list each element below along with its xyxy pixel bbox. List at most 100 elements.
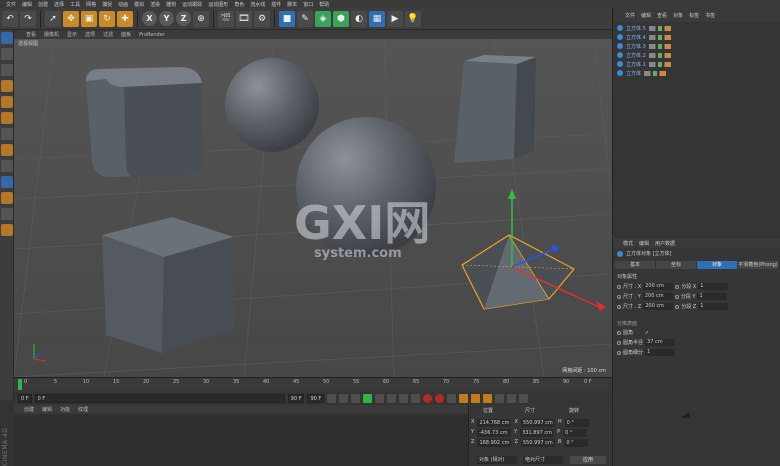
menu-tools[interactable]: 工具 (70, 1, 80, 8)
size-y-input[interactable]: 200 cm (642, 293, 673, 300)
size-y-field[interactable]: 331.897 cm (520, 429, 555, 437)
redo-icon[interactable]: ↷ (20, 10, 36, 27)
menu-mesh[interactable]: 网格 (86, 1, 96, 8)
om-menu-edit[interactable]: 编辑 (641, 12, 651, 19)
size-x-input[interactable]: 200 cm (643, 283, 674, 290)
select-arrow-icon[interactable]: ➚ (45, 10, 61, 27)
rotation-h-field[interactable]: 0 ° (564, 419, 589, 427)
object-name[interactable]: 立方体 (626, 70, 641, 77)
menu-script[interactable]: 脚本 (287, 1, 297, 8)
coord-size-mode-select[interactable]: 绝对尺寸 (523, 456, 563, 464)
rotation-b-field[interactable]: 0 ° (564, 439, 589, 447)
size-z-field[interactable]: 550.997 cm (520, 439, 555, 447)
menu-file[interactable]: 文件 (6, 1, 16, 8)
fillet-radius-input[interactable]: 37 cm (645, 339, 676, 346)
bottom-cube[interactable] (102, 217, 234, 353)
array-generator-icon[interactable]: ⬢ (333, 10, 349, 27)
rounded-cube[interactable] (86, 67, 204, 177)
visibility-tags-icon[interactable] (648, 34, 671, 40)
menu-sculpt[interactable]: 雕刻 (166, 1, 176, 8)
menu-plugins[interactable]: 插件 (271, 1, 281, 8)
edges-mode-icon[interactable] (1, 96, 13, 108)
undo-icon[interactable]: ↶ (2, 10, 18, 27)
move-icon[interactable]: ✥ (63, 10, 79, 27)
snap-enable-icon[interactable] (1, 176, 13, 188)
visibility-tags-icon[interactable] (648, 43, 671, 49)
make-editable-icon[interactable] (1, 32, 13, 44)
om-menu-file[interactable]: 文件 (625, 12, 635, 19)
keyframe-dot-icon[interactable] (674, 294, 679, 299)
viewport-menu-display[interactable]: 显示 (67, 31, 77, 38)
tweak-mode-icon[interactable] (1, 144, 13, 156)
axis-mode-icon[interactable] (1, 128, 13, 140)
segments-x-input[interactable]: 1 (698, 283, 729, 290)
small-sphere[interactable] (225, 58, 319, 152)
y-axis-lock-button[interactable]: Y (159, 11, 174, 26)
fillet-subdivision-input[interactable]: 1 (645, 349, 676, 356)
menu-edit[interactable]: 编辑 (22, 1, 32, 8)
preview-range-slider[interactable]: 0 F (34, 393, 285, 403)
x-axis-lock-button[interactable]: X (142, 11, 157, 26)
am-menu-mode[interactable]: 模式 (623, 240, 633, 247)
sculpt-icon[interactable] (1, 224, 13, 236)
am-menu-edit[interactable]: 编辑 (639, 240, 649, 247)
model-mode-icon[interactable] (1, 48, 13, 60)
render-settings-icon[interactable]: ⚙ (254, 10, 270, 27)
polygons-mode-icon[interactable] (1, 112, 13, 124)
menu-animate[interactable]: 动画 (118, 1, 128, 8)
record-active-objects-icon[interactable] (423, 393, 433, 403)
keyframe-dot-icon[interactable] (675, 304, 680, 309)
menu-select[interactable]: 选择 (54, 1, 64, 8)
tall-box[interactable] (454, 55, 536, 163)
keyframe-selection-icon[interactable] (447, 393, 457, 403)
apply-button[interactable]: 应用 (570, 456, 606, 464)
coordinate-system-icon[interactable]: ⊕ (193, 10, 209, 27)
viewport-menu-panel[interactable]: 面板 (121, 31, 131, 38)
recent-tool-icon[interactable]: ✚ (117, 10, 133, 27)
om-menu-view[interactable]: 查看 (657, 12, 667, 19)
tab-basic[interactable]: 基本 (615, 261, 656, 269)
menu-window[interactable]: 窗口 (303, 1, 313, 8)
visibility-tags-icon[interactable] (648, 52, 671, 58)
texture-mode-icon[interactable] (1, 64, 13, 76)
cube-primitive-icon[interactable]: ■ (279, 10, 295, 27)
menu-motion-tracking[interactable]: 运动跟踪 (182, 1, 202, 8)
object-row[interactable]: 立方体 (617, 69, 667, 77)
deformer-icon[interactable]: ◐ (351, 10, 367, 27)
pen-spline-icon[interactable]: ✎ (297, 10, 313, 27)
points-mode-icon[interactable] (1, 80, 13, 92)
viewport-menu-cameras[interactable]: 摄像机 (44, 31, 59, 38)
menu-help[interactable]: 帮助 (319, 1, 329, 8)
object-name[interactable]: 立方体.2 (626, 52, 646, 59)
timeline-playhead[interactable] (18, 379, 22, 390)
tab-coordinates[interactable]: 坐标 (656, 261, 697, 269)
subdivision-surface-icon[interactable]: ◈ (315, 10, 331, 27)
workplane-icon[interactable] (1, 192, 13, 204)
segments-y-input[interactable]: 1 (697, 293, 728, 300)
separate-surfaces-label[interactable]: 分离表面 (617, 320, 637, 327)
rotation-p-field[interactable]: 0 ° (563, 429, 588, 437)
segments-z-input[interactable]: 1 (698, 303, 729, 310)
visibility-tags-icon[interactable] (648, 25, 671, 31)
viewport-menu-view[interactable]: 查看 (26, 31, 36, 38)
start-frame-field[interactable]: 0 F (18, 393, 32, 403)
menu-mograph[interactable]: 运动图形 (208, 1, 228, 8)
previous-key-icon[interactable] (339, 393, 349, 403)
viewport-menu-prorender[interactable]: ProRender (139, 32, 165, 38)
tab-object[interactable]: 对象 (697, 261, 738, 269)
position-key-icon[interactable] (459, 393, 469, 403)
visibility-tags-icon[interactable] (644, 70, 667, 76)
position-y-field[interactable]: -436.73 cm (477, 429, 512, 437)
fillet-checkbox[interactable]: ✓ (645, 330, 649, 336)
om-menu-tags[interactable]: 标签 (689, 12, 699, 19)
autokey-icon[interactable] (435, 393, 445, 403)
viewport-menu-filter[interactable]: 过滤 (103, 31, 113, 38)
scale-icon[interactable]: ▣ (81, 10, 97, 27)
menu-character[interactable]: 角色 (234, 1, 244, 8)
am-menu-user-data[interactable]: 用户数据 (655, 240, 675, 247)
go-to-start-icon[interactable] (327, 393, 337, 403)
keyframe-dot-icon[interactable] (675, 284, 680, 289)
max-frame-field[interactable]: 90 F (307, 393, 325, 403)
camera-icon[interactable]: ▶ (387, 10, 403, 27)
material-menu-create[interactable]: 创建 (24, 406, 34, 413)
